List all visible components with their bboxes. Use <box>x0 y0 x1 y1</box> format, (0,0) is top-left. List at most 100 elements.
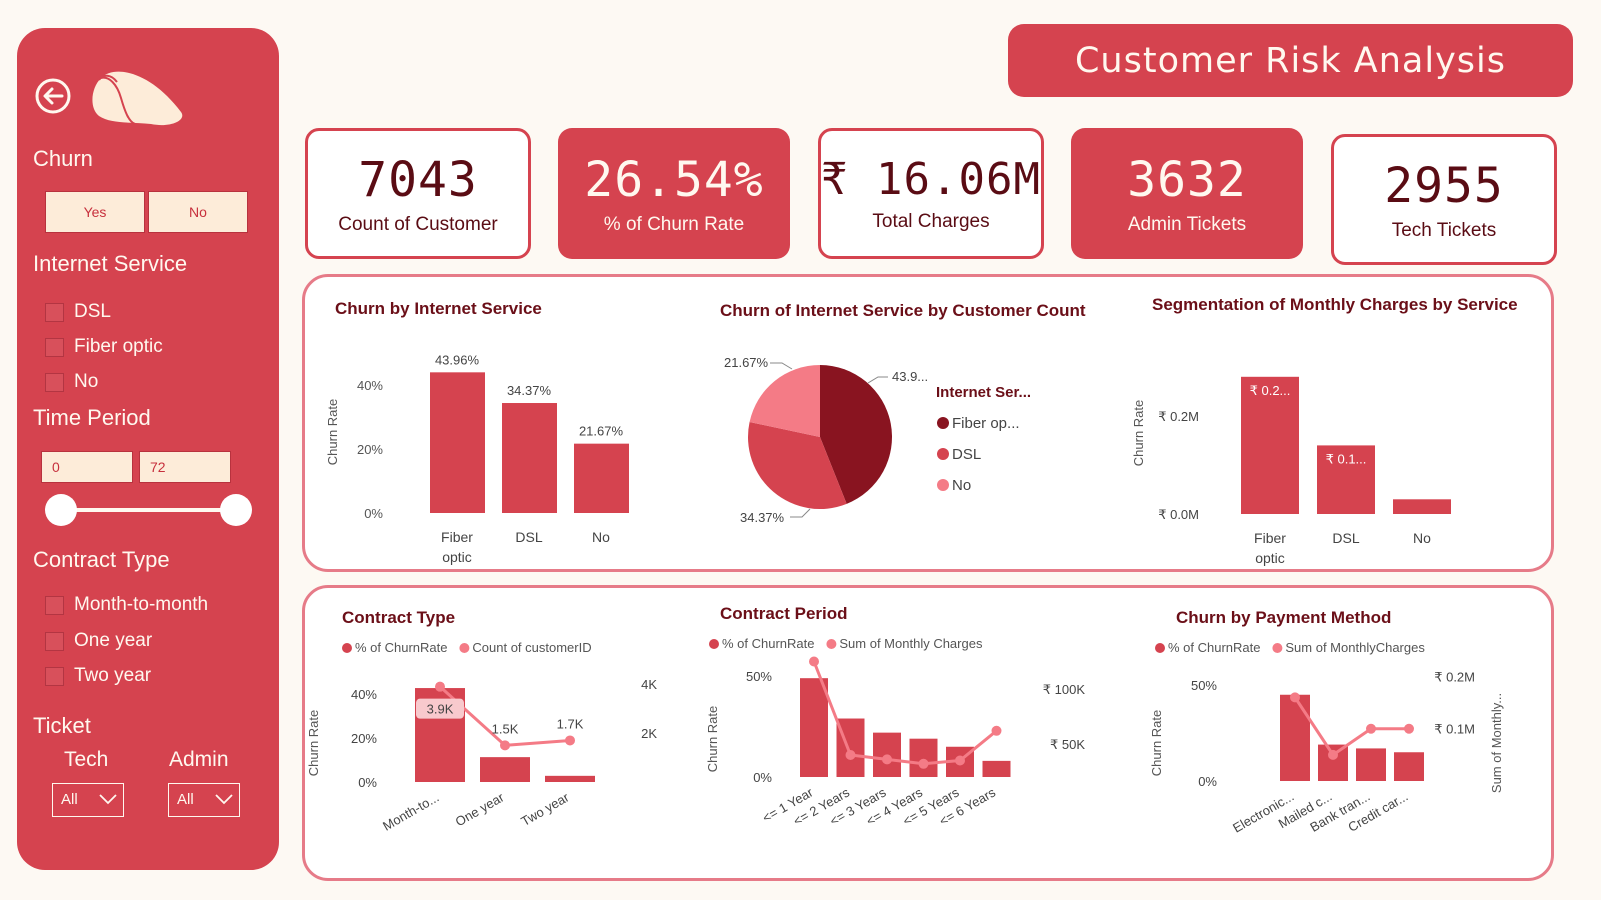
checkbox[interactable] <box>45 302 64 322</box>
data-label: 43.9... <box>892 369 928 384</box>
legend-title: Internet Ser... <box>936 384 1031 401</box>
category-label: optic <box>1255 550 1285 566</box>
tick-label-secondary: ₹ 0.1M <box>1434 722 1475 737</box>
category-label: Two year <box>518 789 572 829</box>
chevron-down-icon <box>99 794 117 805</box>
tech-ticket-label: Tech <box>64 748 109 771</box>
option-label: DSL <box>74 301 111 322</box>
category-label: optic <box>442 549 472 565</box>
option-label: Fiber optic <box>74 336 163 357</box>
bar <box>982 760 1011 777</box>
contract-option-one-year[interactable]: One year <box>45 630 152 652</box>
tech-ticket-dropdown[interactable]: All <box>52 783 124 817</box>
category-label: No <box>592 529 610 545</box>
data-label: 21.67% <box>724 355 769 370</box>
contract-type-filter-label: Contract Type <box>33 547 170 572</box>
legend-label: No <box>952 477 971 494</box>
legend-marker <box>826 639 837 649</box>
line-point <box>1404 723 1414 734</box>
data-label: ₹ 0.1... <box>1326 451 1367 466</box>
chart-title: Churn by Internet Service <box>335 299 542 318</box>
category-label: DSL <box>1332 530 1359 546</box>
legend-marker <box>342 643 352 653</box>
internet-option-dsl[interactable]: DSL <box>45 301 111 323</box>
filter-sidebar: Churn Yes No Internet Service DSL Fiber … <box>17 28 279 870</box>
data-label: 43.96% <box>435 352 480 367</box>
internet-option-fiber[interactable]: Fiber optic <box>45 336 163 358</box>
axis-label: Churn Rate <box>325 399 340 465</box>
kpi-label: Total Charges <box>872 211 990 232</box>
series-line <box>1293 696 1409 757</box>
time-slider-max-handle[interactable] <box>220 494 252 526</box>
tick-label: 40% <box>357 378 383 393</box>
admin-ticket-label: Admin <box>169 748 229 771</box>
category-label: Fiber <box>1254 530 1286 546</box>
time-period-filter-label: Time Period <box>33 405 151 430</box>
checkbox[interactable] <box>45 666 64 686</box>
chart-title: Segmentation of Monthly Charges by Servi… <box>1152 295 1518 314</box>
payment-method-chart: % of ChurnRate Sum of MonthlyCharges Churn… <box>1149 640 1504 836</box>
legend-label: Count of customerID <box>472 640 591 655</box>
line-point <box>1366 723 1376 734</box>
time-slider-min-handle[interactable] <box>45 494 77 526</box>
churn-by-internet-chart: Churn Rate 0% 20% 40% 43.96% Fiber optic 34.37%… <box>325 352 629 565</box>
axis-label: Churn Rate <box>306 710 321 776</box>
monthly-charges-segment-chart: Churn Rate ₹ 0.0M ₹ 0.2M ₹ 0.2... Fiber optic… <box>1131 376 1451 566</box>
data-label: 3.9K <box>427 702 454 717</box>
admin-ticket-dropdown[interactable]: All <box>168 783 240 817</box>
internet-pie-chart: 43.9... 34.37% 21.67% Internet Ser... Fiber … <box>724 355 1031 525</box>
checkbox[interactable] <box>45 595 64 615</box>
legend-label: % of ChurnRate <box>1168 640 1261 655</box>
internet-service-panel: Churn by Internet Service Churn Rate 0% 20… <box>302 274 1554 572</box>
contract-option-two-year[interactable]: Two year <box>45 665 151 687</box>
chart-title: Churn of Internet Service by Customer Co… <box>720 301 1086 320</box>
option-label: Two year <box>74 665 152 686</box>
tick-label: 50% <box>746 669 772 684</box>
option-label: Month-to-month <box>74 594 209 615</box>
tick-label: 0% <box>364 506 383 521</box>
kpi-card-churn-rate: 26.54% % of Churn Rate <box>558 128 790 259</box>
checkbox[interactable] <box>45 372 64 392</box>
bar <box>800 678 828 777</box>
leader-line <box>790 508 811 518</box>
kpi-label: Admin Tickets <box>1127 213 1247 235</box>
kpi-card-admin-tickets: 3632 Admin Tickets <box>1071 128 1303 259</box>
data-label: 21.67% <box>579 424 624 439</box>
contract-option-month[interactable]: Month-to-month <box>45 594 208 616</box>
axis-label: Churn Rate <box>1131 400 1146 466</box>
bar <box>1356 748 1386 781</box>
time-min-input[interactable]: 0 <box>41 451 133 483</box>
kpi-value: ₹ 16.06M <box>821 154 1041 205</box>
line-point <box>565 735 575 746</box>
checkbox[interactable] <box>45 631 64 651</box>
bar <box>909 738 938 777</box>
tick-label-secondary: 2K <box>641 726 657 741</box>
churn-no-button[interactable]: No <box>148 191 248 233</box>
chart-title: Churn by Payment Method <box>1176 608 1392 627</box>
legend-marker <box>709 639 719 649</box>
line-point <box>918 758 929 769</box>
dropdown-value: All <box>177 791 194 808</box>
contract-type-chart: % of ChurnRate Count of customerID Churn R… <box>306 640 657 834</box>
chart-title: Contract Type <box>342 608 456 627</box>
line-point <box>500 740 510 751</box>
dropdown-value: All <box>61 791 78 808</box>
bar <box>1280 694 1310 781</box>
legend-label: Sum of Monthly Charges <box>839 636 983 651</box>
tick-label-secondary: ₹ 0.2M <box>1434 669 1475 684</box>
tick-label: 0% <box>1198 774 1217 789</box>
time-slider-track[interactable] <box>61 508 237 512</box>
kpi-card-customers: 7043 Count of Customer <box>305 128 531 259</box>
bar <box>1394 752 1424 781</box>
axis-label: Churn Rate <box>1149 710 1164 776</box>
legend-marker <box>937 417 949 429</box>
legend-label: Sum of MonthlyCharges <box>1285 640 1425 655</box>
time-max-input[interactable]: 72 <box>139 451 231 483</box>
internet-option-no[interactable]: No <box>45 371 98 393</box>
back-arrow-icon[interactable] <box>35 78 71 114</box>
bar <box>1393 499 1451 514</box>
checkbox[interactable] <box>45 337 64 357</box>
axis-label-secondary: Sum of Monthly... <box>1489 693 1504 793</box>
line-point <box>1290 692 1300 703</box>
churn-yes-button[interactable]: Yes <box>45 191 145 233</box>
